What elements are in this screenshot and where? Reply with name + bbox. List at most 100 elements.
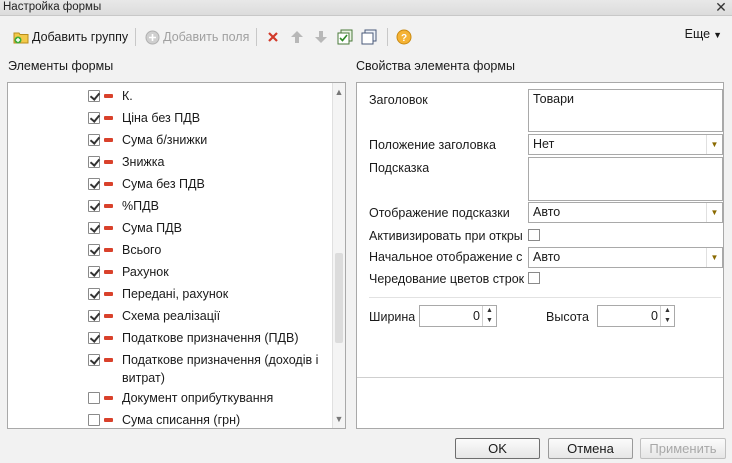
more-label: Еще (684, 27, 711, 41)
height-spinner[interactable]: 0 ▲ ▼ (597, 305, 675, 327)
tree-item-label: Передані, рахунок (122, 287, 229, 301)
alternate-rows-checkbox[interactable] (528, 272, 540, 284)
title-field[interactable]: Товари (528, 89, 723, 132)
dropdown-arrow-icon[interactable]: ▼ (706, 135, 722, 154)
tree-item-label: Знижка (122, 155, 165, 169)
apply-button[interactable]: Применить (640, 438, 726, 459)
tree-item[interactable]: %ПДВ (88, 197, 332, 217)
field-icon (104, 418, 113, 422)
item-checkbox[interactable] (88, 392, 100, 404)
title-position-select[interactable]: Нет ▼ (528, 134, 723, 155)
tree-item[interactable]: Всього (88, 241, 332, 261)
scroll-down-icon[interactable]: ▼ (333, 412, 345, 426)
tree-item[interactable]: Сума ПДВ (88, 219, 332, 239)
tooltip-display-select[interactable]: Авто ▼ (528, 202, 723, 223)
tree-item-label: Схема реалізації (122, 309, 221, 323)
item-checkbox[interactable] (88, 244, 100, 256)
tree-item-label: К. (122, 89, 133, 103)
tree-item-label: Ціна без ПДВ (122, 111, 201, 125)
element-properties-header: Свойства элемента формы (356, 59, 515, 73)
more-menu-button[interactable]: Еще ▼ (685, 27, 722, 41)
item-checkbox[interactable] (88, 310, 100, 322)
item-checkbox[interactable] (88, 222, 100, 234)
spin-up-icon[interactable]: ▲ (661, 306, 674, 316)
add-fields-button[interactable]: Добавить поля (141, 26, 251, 48)
initial-display-value: Авто (533, 250, 561, 264)
item-checkbox[interactable] (88, 354, 100, 366)
tree-item[interactable]: Податкове призначення (доходів і витрат) (88, 351, 332, 387)
tree-item[interactable]: Схема реалізації (88, 307, 332, 327)
spin-up-icon[interactable]: ▲ (483, 306, 496, 316)
item-checkbox[interactable] (88, 266, 100, 278)
tree-item[interactable]: Рахунок (88, 263, 332, 283)
tree-item[interactable]: Сума без ПДВ (88, 175, 332, 195)
help-button[interactable]: ? (393, 26, 417, 48)
field-icon (104, 358, 113, 362)
tree-item[interactable]: Знижка (88, 153, 332, 173)
tooltip-display-value: Авто (533, 205, 561, 219)
item-checkbox[interactable] (88, 200, 100, 212)
check-all-button[interactable] (334, 26, 358, 48)
tree-item[interactable]: Сума списання (грн) (88, 411, 332, 428)
tooltip-field[interactable] (528, 157, 723, 201)
uncheck-all-button[interactable] (358, 26, 382, 48)
item-checkbox[interactable] (88, 90, 100, 102)
scrollbar-thumb[interactable] (335, 253, 343, 343)
form-elements-header: Элементы формы (8, 59, 114, 73)
spinner-buttons: ▲ ▼ (482, 306, 496, 326)
activate-checkbox[interactable] (528, 229, 540, 241)
item-checkbox[interactable] (88, 332, 100, 344)
spin-down-icon[interactable]: ▼ (483, 316, 496, 326)
field-icon (104, 248, 113, 252)
tree-item-label: Податкове призначення (ПДВ) (122, 331, 299, 345)
height-label: Высота (546, 310, 589, 324)
field-icon (104, 336, 113, 340)
tree-item[interactable]: Документ оприбуткування (88, 389, 332, 409)
tree-item-label: Рахунок (122, 265, 169, 279)
ok-button[interactable]: OK (455, 438, 540, 459)
move-up-button[interactable] (286, 26, 310, 48)
initial-display-select[interactable]: Авто ▼ (528, 247, 723, 268)
tree-item[interactable]: Сума б/знижки (88, 131, 332, 151)
delete-button[interactable] (262, 26, 286, 48)
field-icon (104, 226, 113, 230)
tree-item[interactable]: Передані, рахунок (88, 285, 332, 305)
form-elements-tree[interactable]: К. Ціна без ПДВ Сума б/знижки Знижка Сум… (7, 82, 346, 429)
cancel-button[interactable]: Отмена (548, 438, 633, 459)
delete-x-icon (264, 28, 282, 46)
field-icon (104, 292, 113, 296)
spin-down-icon[interactable]: ▼ (661, 316, 674, 326)
dropdown-arrow-icon[interactable]: ▼ (706, 203, 722, 222)
item-checkbox[interactable] (88, 414, 100, 426)
tree-item-label: Сума списання (грн) (122, 413, 241, 427)
field-icon (104, 314, 113, 318)
chevron-down-icon: ▼ (713, 30, 722, 40)
item-checkbox[interactable] (88, 134, 100, 146)
arrow-up-icon (288, 28, 306, 46)
item-checkbox[interactable] (88, 178, 100, 190)
dropdown-arrow-icon[interactable]: ▼ (706, 248, 722, 267)
move-down-button[interactable] (310, 26, 334, 48)
tree-item[interactable]: К. (88, 87, 332, 107)
tree-item[interactable]: Ціна без ПДВ (88, 109, 332, 129)
width-spinner[interactable]: 0 ▲ ▼ (419, 305, 497, 327)
activate-label: Активизировать при откры (369, 229, 523, 243)
field-icon (104, 160, 113, 164)
field-icon (104, 396, 113, 400)
height-value: 0 (651, 309, 658, 323)
item-checkbox[interactable] (88, 112, 100, 124)
item-checkbox[interactable] (88, 288, 100, 300)
field-icon (104, 94, 113, 98)
add-group-button[interactable]: Добавить группу (10, 26, 130, 48)
tree-item[interactable]: Податкове призначення (ПДВ) (88, 329, 332, 349)
window-titlebar: Настройка формы ✕ (0, 0, 732, 16)
add-circle-icon (143, 28, 161, 46)
vertical-scrollbar[interactable]: ▲ ▼ (332, 83, 345, 428)
width-label: Ширина (369, 310, 416, 324)
svg-text:?: ? (401, 33, 407, 44)
scroll-up-icon[interactable]: ▲ (333, 85, 345, 99)
title-position-label: Положение заголовка (369, 138, 496, 152)
item-checkbox[interactable] (88, 156, 100, 168)
close-icon[interactable]: ✕ (714, 0, 728, 15)
toolbar-divider (135, 28, 137, 46)
